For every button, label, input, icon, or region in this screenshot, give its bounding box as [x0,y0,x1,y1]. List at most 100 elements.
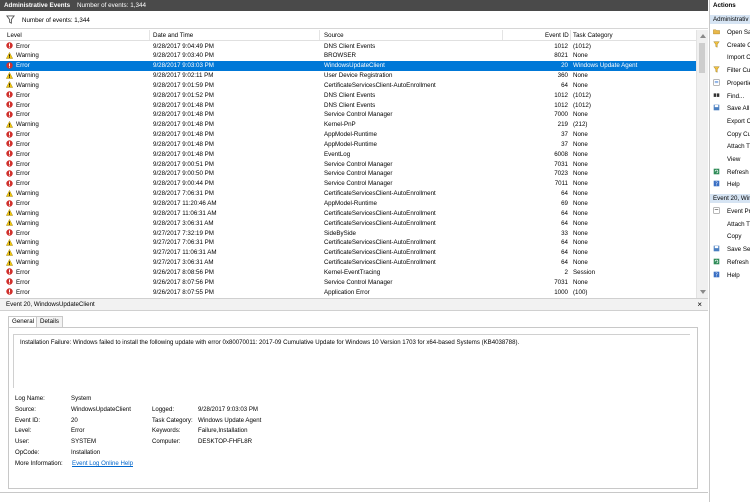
table-row[interactable]: Error 9/28/2017 9:01:48 PM AppModel-Runtim… [0,139,696,149]
row-source: WindowsUpdateClient [324,62,385,70]
vertical-scrollbar[interactable] [696,30,708,298]
action-save-sele[interactable]: Save Sele [710,243,750,255]
row-level: Warning [16,209,39,217]
row-source: Service Control Manager [324,160,393,168]
row-event-id: 7000 [554,111,568,119]
warning-icon [6,248,13,256]
scroll-thumb[interactable] [699,43,705,73]
table-row[interactable]: Warning 9/28/2017 9:01:59 PM CertificateSe… [0,80,696,90]
table-row[interactable]: Error 9/28/2017 9:00:50 PM Service Control… [0,169,696,179]
table-row[interactable]: Warning 9/28/2017 9:01:48 PM Kernel-PnP 219… [0,120,696,130]
action-label: Import C [727,54,750,62]
table-row[interactable]: Error 9/28/2017 9:01:48 PM Service Control… [0,110,696,120]
row-date: 9/26/2017 8:07:55 PM [153,288,214,296]
title-bar: Administrative Events Number of events: … [0,0,708,11]
action-open-sa[interactable]: Open Sa [710,26,750,38]
action-help[interactable]: ? Help [710,178,750,190]
row-level: Error [16,200,30,207]
row-level: Error [16,170,30,178]
action-filter-cu[interactable]: Filter Cu [710,64,750,76]
row-date: 9/27/2017 11:06:31 AM [153,249,217,257]
table-row[interactable]: Warning 9/28/2017 11:06:31 AM CertificateS… [0,208,696,218]
action-save-all[interactable]: Save All [710,102,750,114]
table-row[interactable]: Warning 9/28/2017 9:03:40 PM BROWSER 8021 No… [0,51,696,61]
row-event-id: 1012 [554,42,568,50]
row-date: 9/28/2017 7:06:31 PM [153,190,214,198]
table-row[interactable]: Error 9/28/2017 9:01:48 PM EventLog 6008 Non… [0,149,696,159]
action-import-c[interactable]: Import C [710,51,750,63]
folder-icon [713,29,720,35]
row-event-id: 69 [561,200,568,207]
table-row[interactable]: Warning 9/27/2017 3:06:31 AM CertificateSe… [0,258,696,268]
scroll-down-icon[interactable] [700,290,706,294]
row-level: Error [16,140,30,148]
table-row[interactable]: Error 9/28/2017 9:03:03 PM WindowsUpdateCl… [0,60,696,71]
action-label: Find... [727,92,745,100]
filter-icon[interactable] [6,15,15,24]
action-copy-cu[interactable]: Copy Cu [710,128,750,140]
table-row[interactable]: Error 9/28/2017 9:01:48 PM AppModel-Runtim… [0,130,696,140]
action-event-pro[interactable]: Event Pro [710,205,750,217]
table-row[interactable]: Warning 9/28/2017 7:06:31 PM CertificateSe… [0,189,696,199]
row-source: BROWSER [324,52,356,60]
table-row[interactable]: Error 9/28/2017 9:01:52 PM DNS Client Even… [0,90,696,100]
row-source: AppModel-Runtime [324,200,377,207]
col-level[interactable]: Level [7,32,22,39]
refresh-icon [713,258,720,265]
error-icon [6,180,13,187]
row-event-id: 7011 [554,180,568,188]
table-row[interactable]: Error 9/28/2017 9:04:49 PM DNS Client Even… [0,41,696,51]
close-icon[interactable]: × [697,300,702,309]
row-task-category: None [573,81,588,89]
row-date: 9/28/2017 9:01:48 PM [153,101,214,109]
table-row[interactable]: Warning 9/27/2017 11:06:31 AM CertificateS… [0,248,696,258]
filter-create-icon [713,41,720,48]
action-find[interactable]: Find... [710,90,750,102]
table-row[interactable]: Warning 9/28/2017 9:02:11 PM User Device R… [0,71,696,81]
col-date[interactable]: Date and Time [153,32,193,39]
action-view[interactable]: View [710,153,750,165]
row-date: 9/26/2017 8:07:56 PM [153,278,214,286]
row-source: Application Error [324,288,370,296]
action-copy[interactable]: Copy [710,230,750,242]
row-date: 9/28/2017 9:01:48 PM [153,150,214,158]
actions-section-event[interactable]: Event 20, Win [710,194,750,203]
row-task-category: None [573,239,588,247]
table-row[interactable]: Error 9/28/2017 9:01:48 PM DNS Client Even… [0,100,696,110]
row-date: 9/28/2017 9:00:51 PM [153,160,214,168]
action-help[interactable]: ? Help [710,269,750,281]
row-source: SideBySide [324,229,356,237]
row-event-id: 33 [561,229,568,237]
action-refresh[interactable]: Refresh [710,166,750,178]
row-event-id: 64 [561,219,568,227]
table-row[interactable]: Error 9/26/2017 8:07:55 PM Application Err… [0,287,696,297]
details-header: Event 20, WindowsUpdateClient × [0,298,708,311]
online-help-link[interactable]: Event Log Online Help [72,460,133,467]
event-message-box[interactable]: Installation Failure: Windows failed to … [13,334,690,388]
action-export-c[interactable]: Export C [710,115,750,127]
row-level: Warning [16,190,39,198]
table-row[interactable]: Warning 9/28/2017 3:06:31 AM CertificateSe… [0,218,696,228]
table-row[interactable]: Error 9/28/2017 11:20:46 AM AppModel-Runti… [0,199,696,209]
action-propertie[interactable]: Propertie [710,77,750,89]
scroll-up-icon[interactable] [700,34,706,38]
actions-section-log[interactable]: Administrativ [710,15,750,24]
keywords-value: Failure,Installation [198,427,248,434]
table-row[interactable]: Error 9/28/2017 9:00:51 PM Service Control… [0,159,696,169]
col-task-category[interactable]: Task Category [573,32,613,39]
action-label: Save Sele [727,246,750,254]
table-row[interactable]: Error 9/26/2017 8:07:56 PM Service Control… [0,277,696,287]
action-attach-t[interactable]: Attach T [710,218,750,230]
action-refresh[interactable]: Refresh [710,256,750,268]
save-icon [713,104,720,111]
table-row[interactable]: Warning 9/27/2017 7:06:31 PM CertificateSe… [0,238,696,248]
row-event-id: 7031 [554,160,568,168]
col-event-id[interactable]: Event ID [545,32,569,39]
table-row[interactable]: Error 9/28/2017 9:00:44 PM Service Control… [0,179,696,189]
action-attach-t[interactable]: Attach T [710,140,750,152]
col-source[interactable]: Source [324,32,344,39]
row-source: CertificateServicesClient-AutoEnrollment [324,249,436,257]
table-row[interactable]: Error 9/26/2017 8:08:56 PM Kernel-EventTra… [0,267,696,277]
table-row[interactable]: Error 9/27/2017 7:32:19 PM SideBySide 33 Non… [0,228,696,238]
action-create-c[interactable]: Create C [710,39,750,51]
